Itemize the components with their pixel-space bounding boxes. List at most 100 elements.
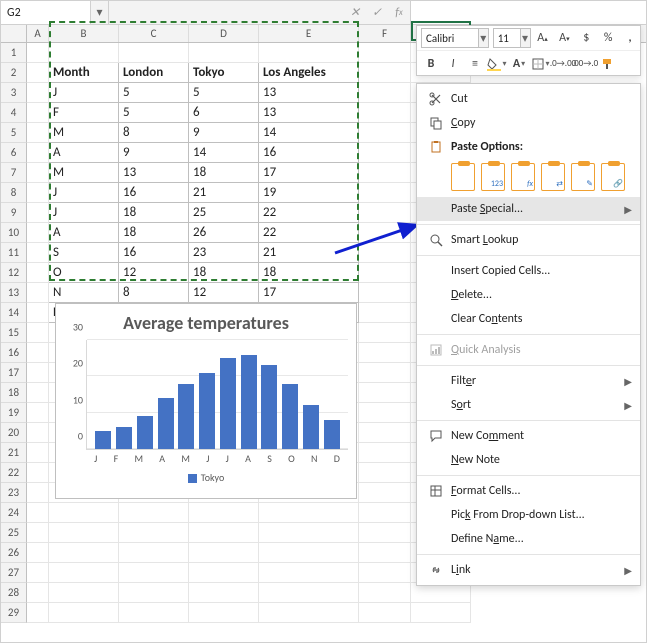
row-header[interactable]: 9 (1, 203, 27, 223)
cell[interactable]: 6 (189, 103, 259, 123)
row-header[interactable]: 28 (1, 583, 27, 603)
cell[interactable] (259, 503, 359, 523)
cell[interactable] (189, 603, 259, 623)
cell[interactable]: A (49, 143, 119, 163)
cell[interactable]: 23 (189, 243, 259, 263)
cell[interactable] (27, 603, 49, 623)
menu-clear-contents[interactable]: Clear Contents (417, 307, 640, 331)
cell[interactable] (359, 343, 411, 363)
row-header[interactable]: 19 (1, 403, 27, 423)
paste-link-icon[interactable]: 🔗 (601, 163, 625, 191)
cell[interactable] (27, 563, 49, 583)
name-box[interactable]: G2 (1, 1, 91, 24)
cell[interactable] (27, 243, 49, 263)
cell[interactable] (27, 223, 49, 243)
format-painter-icon[interactable] (597, 54, 617, 74)
cell[interactable]: 12 (189, 283, 259, 303)
cell[interactable] (259, 543, 359, 563)
menu-new-comment[interactable]: New Comment (417, 424, 640, 448)
decrease-decimal-icon[interactable]: .00→.0 (575, 54, 595, 74)
cancel-formula-icon[interactable]: ✕ (344, 1, 366, 24)
menu-copy[interactable]: Copy (417, 111, 640, 135)
cell[interactable] (27, 103, 49, 123)
cell[interactable] (27, 443, 49, 463)
decrease-font-icon[interactable]: A▾ (554, 28, 574, 48)
cell[interactable]: 22 (259, 223, 359, 243)
cell[interactable] (359, 423, 411, 443)
col-header[interactable]: C (119, 25, 189, 42)
row-header[interactable]: 22 (1, 463, 27, 483)
font-name-box[interactable]: Calibri (421, 28, 479, 48)
cell[interactable] (189, 563, 259, 583)
paste-values-icon[interactable]: 123 (481, 163, 505, 191)
menu-paste-special[interactable]: Paste Special... ▶ (417, 197, 640, 221)
row-header[interactable]: 5 (1, 123, 27, 143)
cell[interactable] (119, 543, 189, 563)
cell[interactable]: 9 (189, 123, 259, 143)
cell[interactable] (359, 383, 411, 403)
cell[interactable] (189, 43, 259, 63)
cell[interactable]: 9 (119, 143, 189, 163)
increase-font-icon[interactable]: A▴ (533, 28, 553, 48)
cell[interactable]: 18 (119, 223, 189, 243)
cell[interactable]: 21 (189, 183, 259, 203)
menu-sort[interactable]: Sort ▶ (417, 393, 640, 417)
row-header[interactable]: 7 (1, 163, 27, 183)
row-header[interactable]: 11 (1, 243, 27, 263)
row-header[interactable]: 10 (1, 223, 27, 243)
cell[interactable] (49, 583, 119, 603)
chart-bar[interactable] (95, 431, 111, 449)
row-header[interactable]: 23 (1, 483, 27, 503)
cell[interactable] (411, 603, 471, 623)
cell[interactable]: 13 (259, 103, 359, 123)
cell[interactable] (27, 403, 49, 423)
cell[interactable] (27, 143, 49, 163)
cell[interactable] (359, 443, 411, 463)
font-color-icon[interactable]: A▾ (509, 54, 529, 74)
chart-bar[interactable] (261, 365, 277, 449)
cell[interactable]: 12 (119, 263, 189, 283)
cell[interactable] (259, 563, 359, 583)
cell[interactable]: 17 (259, 163, 359, 183)
row-header[interactable]: 21 (1, 443, 27, 463)
cell[interactable] (27, 423, 49, 443)
col-header[interactable]: D (189, 25, 259, 42)
cell[interactable]: Month (49, 63, 119, 83)
cell[interactable] (359, 83, 411, 103)
cell[interactable] (27, 163, 49, 183)
cell[interactable]: M (49, 163, 119, 183)
cell[interactable] (119, 523, 189, 543)
cell[interactable] (27, 483, 49, 503)
menu-link[interactable]: Link ▶ (417, 558, 640, 582)
row-header[interactable]: 13 (1, 283, 27, 303)
bold-icon[interactable]: B (421, 54, 441, 74)
chart-bar[interactable] (116, 427, 132, 449)
cell[interactable]: 18 (189, 163, 259, 183)
cell[interactable] (49, 523, 119, 543)
cell[interactable] (27, 463, 49, 483)
cell[interactable] (27, 383, 49, 403)
cell[interactable] (27, 183, 49, 203)
cell[interactable] (259, 603, 359, 623)
cell[interactable]: 19 (259, 183, 359, 203)
row-header[interactable]: 12 (1, 263, 27, 283)
cell[interactable] (27, 203, 49, 223)
menu-filter[interactable]: Filter ▶ (417, 369, 640, 393)
cell[interactable] (359, 583, 411, 603)
name-box-dropdown[interactable]: ▾ (91, 1, 109, 24)
menu-pick-from-list[interactable]: Pick From Drop-down List... (417, 503, 640, 527)
cell[interactable] (27, 283, 49, 303)
row-header[interactable]: 18 (1, 383, 27, 403)
row-header[interactable]: 6 (1, 143, 27, 163)
cell[interactable] (189, 503, 259, 523)
cell[interactable] (359, 283, 411, 303)
cell[interactable] (27, 343, 49, 363)
menu-insert-copied-cells[interactable]: Insert Copied Cells... (417, 259, 640, 283)
cell[interactable] (359, 403, 411, 423)
cell[interactable] (119, 43, 189, 63)
font-size-box[interactable]: 11 (493, 28, 521, 48)
cell[interactable]: 13 (259, 83, 359, 103)
italic-icon[interactable]: I (443, 54, 463, 74)
cell[interactable]: J (49, 203, 119, 223)
cell[interactable] (27, 583, 49, 603)
